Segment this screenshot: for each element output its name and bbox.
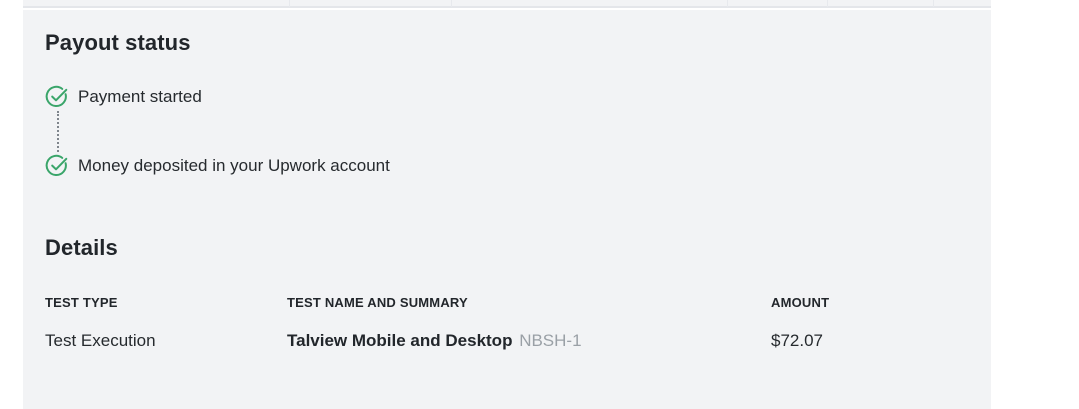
table-column-divider bbox=[451, 0, 452, 7]
column-header-test-name: TEST NAME AND SUMMARY bbox=[287, 295, 468, 310]
table-column-divider bbox=[727, 0, 728, 7]
check-circle-icon bbox=[45, 85, 69, 109]
payout-status-title: Payout status bbox=[45, 30, 191, 55]
amount-cell: $72.07 bbox=[771, 331, 823, 350]
column-header-test-type: TEST TYPE bbox=[45, 295, 118, 310]
column-header-amount: AMOUNT bbox=[771, 295, 830, 310]
test-name: Talview Mobile and Desktop bbox=[287, 331, 513, 350]
table-column-divider bbox=[827, 0, 828, 7]
payout-page: Payout status Payment started Money depo… bbox=[0, 0, 1079, 409]
payout-step-payment-started: Payment started bbox=[45, 85, 202, 109]
payout-details-panel: Payout status Payment started Money depo… bbox=[23, 10, 991, 409]
payout-step-money-deposited: Money deposited in your Upwork account bbox=[45, 154, 390, 178]
payout-step-label: Payment started bbox=[78, 87, 202, 106]
test-code: NBSH-1 bbox=[519, 331, 582, 350]
table-column-divider bbox=[289, 0, 290, 7]
payout-step-label: Money deposited in your Upwork account bbox=[78, 156, 390, 175]
test-name-cell: Talview Mobile and Desktop NBSH-1 bbox=[287, 331, 582, 351]
check-circle-icon bbox=[45, 154, 69, 178]
top-table-edge bbox=[23, 0, 991, 8]
table-column-divider bbox=[933, 0, 934, 7]
details-title: Details bbox=[45, 235, 118, 260]
status-connector-line bbox=[57, 111, 59, 152]
test-type-cell: Test Execution bbox=[45, 331, 156, 350]
